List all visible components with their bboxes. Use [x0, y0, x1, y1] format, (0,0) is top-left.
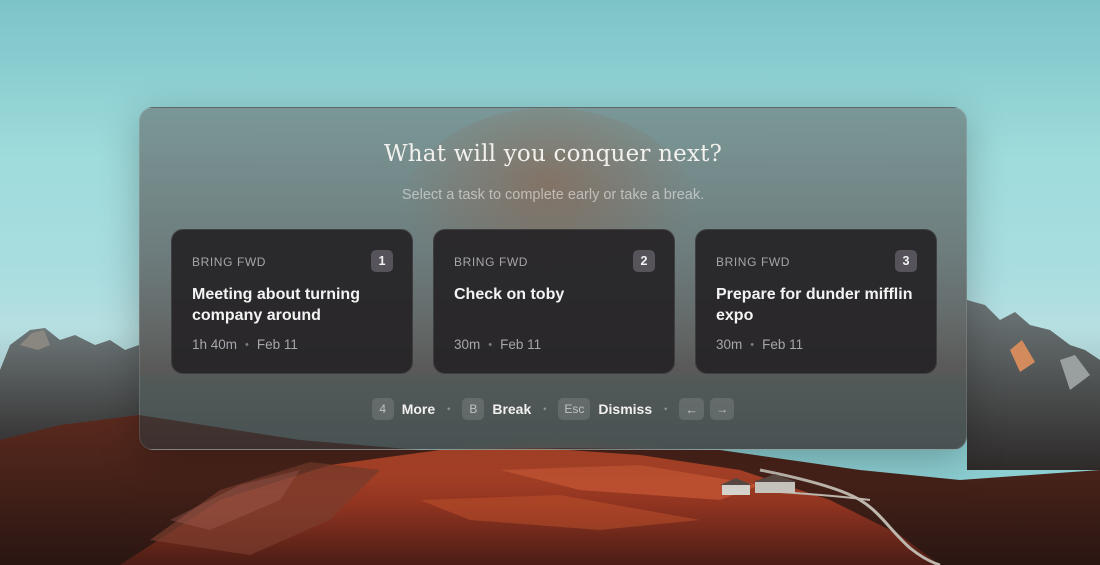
meta-separator: •: [750, 338, 755, 351]
separator-dot: •: [447, 404, 451, 414]
separator-dot: •: [543, 404, 547, 414]
card-meta: 30m • Feb 11: [716, 337, 803, 352]
card-shortcut-key: 1: [371, 250, 393, 272]
modal-subtitle: Select a task to complete early or take …: [401, 187, 705, 203]
card-meta: 1h 40m • Feb 11: [192, 337, 298, 352]
task-picker-modal: What will you conquer next? Select a tas…: [139, 107, 967, 450]
arrow-right-icon[interactable]: →: [710, 398, 735, 420]
card-title: Meeting about turning company around: [192, 286, 360, 324]
card-date: Feb 11: [500, 337, 542, 352]
task-card-2[interactable]: BRING FWD 2 Check on toby 30m • Feb 11: [433, 229, 675, 374]
break-key: B: [462, 398, 485, 420]
dismiss-key: Esc: [558, 398, 591, 420]
more-label: More: [401, 401, 436, 417]
card-duration: 30m: [454, 337, 481, 352]
task-card-1[interactable]: BRING FWD 1 Meeting about turning compan…: [171, 229, 413, 374]
task-card-3[interactable]: BRING FWD 3 Prepare for dunder mifflin e…: [695, 229, 937, 374]
card-tag: BRING FWD: [192, 255, 267, 269]
card-shortcut-key: 3: [895, 250, 917, 272]
dismiss-label: Dismiss: [598, 401, 653, 417]
card-duration: 30m: [716, 337, 743, 352]
break-button[interactable]: B Break: [462, 398, 531, 420]
meta-separator: •: [245, 338, 249, 351]
card-title: Prepare for dunder mifflin expo: [716, 286, 913, 324]
card-title: Check on toby: [454, 286, 565, 303]
more-key: 4: [371, 398, 394, 420]
dismiss-button[interactable]: Esc Dismiss: [558, 398, 652, 420]
card-duration: 1h 40m: [192, 337, 238, 352]
card-tag: BRING FWD: [716, 255, 791, 269]
shortcut-bar: 4 More • B Break • Esc Dismiss • ← →: [140, 398, 966, 420]
separator-dot: •: [664, 404, 668, 414]
break-label: Break: [492, 401, 532, 417]
card-date: Feb 11: [762, 337, 804, 352]
modal-title: What will you conquer next?: [383, 141, 723, 167]
card-shortcut-key: 2: [633, 250, 655, 272]
card-date: Feb 11: [256, 337, 298, 352]
card-meta: 30m • Feb 11: [454, 337, 541, 352]
meta-separator: •: [488, 338, 493, 351]
task-cards: BRING FWD 1 Meeting about turning compan…: [171, 229, 937, 374]
more-button[interactable]: 4 More: [371, 398, 436, 420]
card-tag: BRING FWD: [454, 255, 529, 269]
arrow-left-icon[interactable]: ←: [679, 398, 705, 420]
